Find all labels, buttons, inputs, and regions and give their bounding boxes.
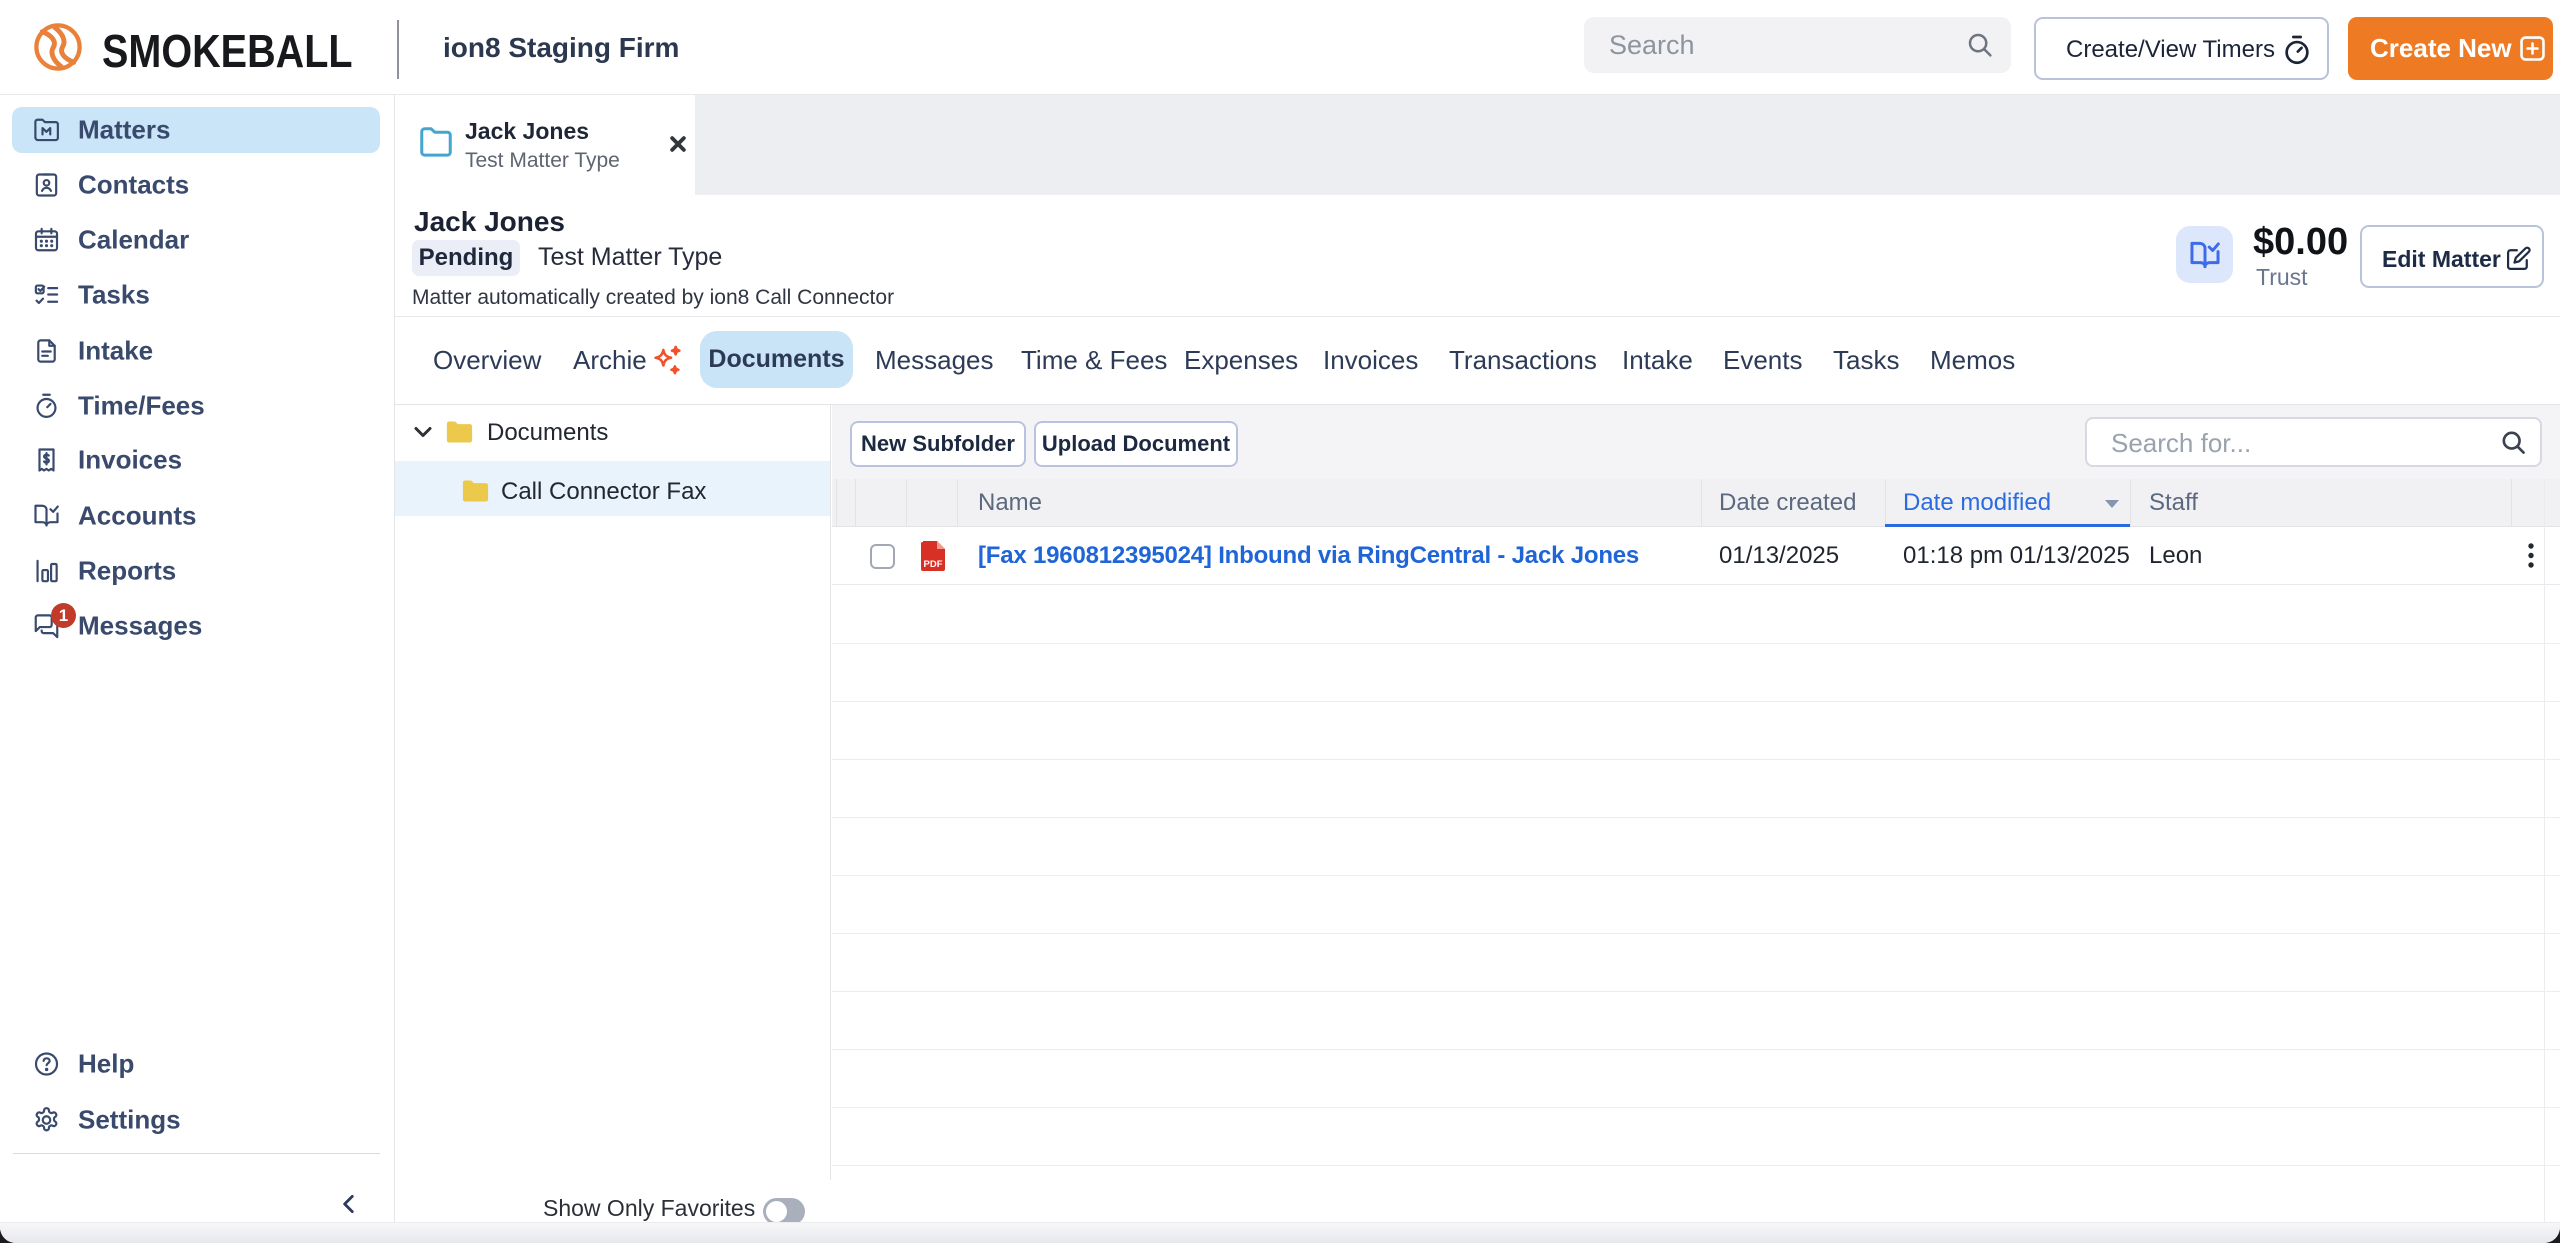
- svg-text:PDF: PDF: [924, 559, 943, 570]
